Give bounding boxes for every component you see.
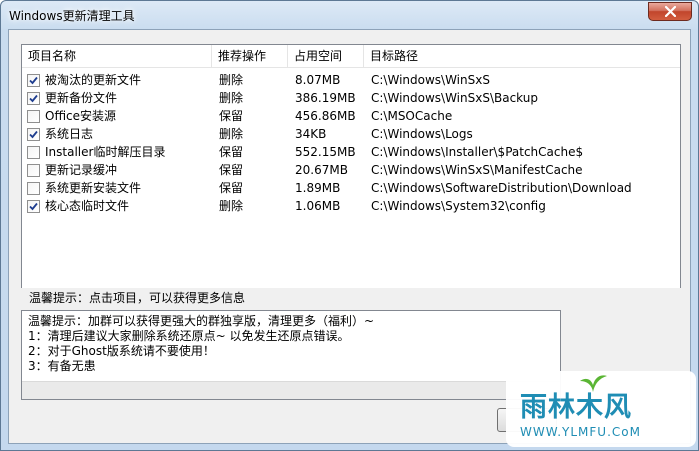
- row-checkbox[interactable]: [27, 200, 40, 213]
- row-checkbox[interactable]: [27, 92, 40, 105]
- row-action: 保留: [219, 109, 244, 123]
- cleanup-list[interactable]: 项目名称 推荐操作 占用空间 目标路径 被淘汰的更新文件 删除 8.07MB C:\W…: [21, 44, 681, 298]
- table-row[interactable]: 更新记录缓冲 保留 20.67MB C:\Windows\WinSxS\Manifes…: [22, 161, 680, 179]
- row-action: 删除: [219, 91, 244, 105]
- row-size: 1.89MB: [295, 181, 341, 195]
- row-name: 更新记录缓冲: [45, 163, 118, 177]
- checkmark-icon: [29, 94, 38, 103]
- row-name: 系统更新安装文件: [45, 181, 142, 195]
- table-row[interactable]: 被淘汰的更新文件 删除 8.07MB C:\Windows\WinSxS: [22, 71, 680, 89]
- row-size: 456.86MB: [295, 109, 356, 123]
- horizontal-scrollbar[interactable]: [22, 381, 560, 399]
- row-checkbox[interactable]: [27, 164, 40, 177]
- log-line: 3：有备无患: [28, 359, 96, 373]
- log-line: 1：清理后建议大家删除系统还原点~ 以免发生还原点错误。: [28, 329, 350, 343]
- row-size: 8.07MB: [295, 73, 341, 87]
- table-row[interactable]: 系统日志 删除 34KB C:\Windows\Logs: [22, 125, 680, 143]
- row-path: C:\Windows\Logs: [371, 127, 473, 141]
- row-checkbox[interactable]: [27, 128, 40, 141]
- row-path: C:\MSOCache: [371, 109, 453, 123]
- row-path: C:\Windows\WinSxS\Backup: [371, 91, 538, 105]
- close-icon: [664, 6, 676, 17]
- row-name: 系统日志: [45, 127, 94, 141]
- row-size: 34KB: [295, 127, 327, 141]
- checkmark-icon: [29, 76, 38, 85]
- watermark-brand: 雨林木风: [520, 392, 632, 423]
- row-checkbox[interactable]: [27, 182, 40, 195]
- row-size: 1.06MB: [295, 199, 341, 213]
- row-size: 552.15MB: [295, 145, 356, 159]
- row-action: 保留: [219, 181, 244, 195]
- row-action: 删除: [219, 127, 244, 141]
- close-button[interactable]: [648, 2, 692, 21]
- row-name: 核心态临时文件: [45, 199, 130, 213]
- table-row[interactable]: 系统更新安装文件 保留 1.89MB C:\Windows\SoftwareDistr…: [22, 179, 680, 197]
- info-log: 温馨提示：加群可以获得更强大的群独享版，清理更多（福利）~ 1：清理后建议大家删…: [21, 310, 561, 400]
- checkmark-icon: [29, 202, 38, 211]
- row-path: C:\Windows\WinSxS\ManifestCache: [371, 163, 583, 177]
- title-bar[interactable]: Windows更新清理工具: [1, 1, 698, 31]
- table-row[interactable]: 更新备份文件 删除 386.19MB C:\Windows\WinSxS\Backup: [22, 89, 680, 107]
- row-checkbox[interactable]: [27, 74, 40, 87]
- row-path: C:\Windows\WinSxS: [371, 73, 490, 87]
- row-name: Installer临时解压目录: [45, 145, 166, 159]
- app-window: Windows更新清理工具 项目名称 推荐操作 占用空间 目标路径 被淘汰的更新…: [0, 0, 699, 451]
- watermark-logo: 雨林木风 WWW.YLMFU.CoM: [506, 371, 696, 447]
- row-checkbox[interactable]: [27, 146, 40, 159]
- row-name: 更新备份文件: [45, 91, 118, 105]
- table-row[interactable]: Office安装源 保留 456.86MB C:\MSOCache: [22, 107, 680, 125]
- row-action: 保留: [219, 145, 244, 159]
- row-action: 删除: [219, 73, 244, 87]
- row-action: 保留: [219, 163, 244, 177]
- row-checkbox[interactable]: [27, 110, 40, 123]
- log-line: 温馨提示：加群可以获得更强大的群独享版，清理更多（福利）~: [28, 314, 375, 328]
- list-header: 项目名称 推荐操作 占用空间 目标路径: [22, 45, 680, 68]
- column-header-action[interactable]: 推荐操作: [212, 45, 288, 68]
- checkmark-icon: [29, 130, 38, 139]
- watermark-url: WWW.YLMFU.CoM: [520, 425, 641, 439]
- column-header-name[interactable]: 项目名称: [22, 45, 212, 68]
- hint-text: 温馨提示：点击项目，可以获得更多信息: [21, 288, 681, 308]
- row-path: C:\Windows\SoftwareDistribution\Download: [371, 181, 632, 195]
- table-row[interactable]: Installer临时解压目录 保留 552.15MB C:\Windows\Inst…: [22, 143, 680, 161]
- column-header-size[interactable]: 占用空间: [288, 45, 364, 68]
- window-title: Windows更新清理工具: [9, 9, 135, 23]
- row-path: C:\Windows\Installer\$PatchCache$: [371, 145, 584, 159]
- row-name: Office安装源: [45, 109, 117, 123]
- column-header-path[interactable]: 目标路径: [364, 45, 680, 68]
- row-size: 20.67MB: [295, 163, 348, 177]
- row-action: 删除: [219, 199, 244, 213]
- row-size: 386.19MB: [295, 91, 356, 105]
- row-path: C:\Windows\System32\config: [371, 199, 546, 213]
- table-row[interactable]: 核心态临时文件 删除 1.06MB C:\Windows\System32\confi…: [22, 197, 680, 215]
- row-name: 被淘汰的更新文件: [45, 73, 142, 87]
- log-line: 2：对于Ghost版系统请不要使用！: [28, 344, 215, 358]
